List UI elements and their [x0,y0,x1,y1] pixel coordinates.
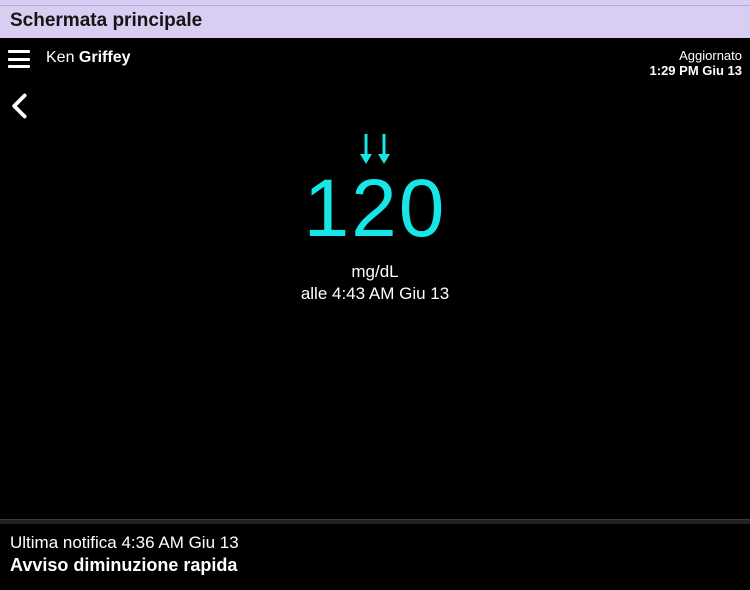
user-name: Ken Griffey [46,49,131,67]
updated-timestamp: 1:29 PM Giu 13 [650,63,742,78]
updated-label: Aggiornato [650,48,742,63]
user-first-name: Ken [46,49,74,66]
hamburger-icon [8,65,30,68]
arrow-down-icon [358,132,374,166]
user-last-name: Griffey [79,49,131,66]
back-button[interactable] [6,92,34,120]
arrow-down-icon [376,132,392,166]
glucose-value: 120 [0,168,750,250]
page-title: Schermata principale [10,10,202,31]
main-reading-area: 120 mg/dL alle 4:43 AM Giu 13 [0,124,750,552]
trend-indicator [0,128,750,166]
footer: Ultima notifica 4:36 AM Giu 13 Avviso di… [0,515,750,590]
page-title-bar: Schermata principale [0,6,750,38]
last-notification-label: Ultima notifica 4:36 AM Giu 13 [10,533,740,553]
updated-block: Aggiornato 1:29 PM Giu 13 [650,48,742,78]
footer-body: Ultima notifica 4:36 AM Giu 13 Avviso di… [0,525,750,590]
hamburger-icon [8,58,30,61]
alert-title: Avviso diminuzione rapida [10,555,740,576]
chevron-left-icon [6,92,34,120]
menu-button[interactable] [8,50,30,68]
header: Ken Griffey Aggiornato 1:29 PM Giu 13 [0,38,750,84]
back-row [0,84,750,124]
reading-timestamp: alle 4:43 AM Giu 13 [0,284,750,304]
hamburger-icon [8,50,30,53]
glucose-unit: mg/dL [0,262,750,282]
